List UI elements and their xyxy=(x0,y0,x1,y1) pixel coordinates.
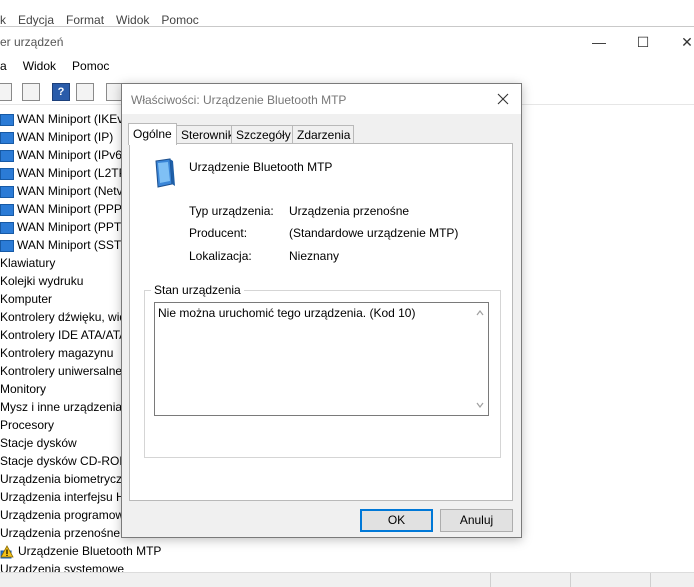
device-type-value: Urządzenia przenośne xyxy=(289,204,410,218)
dm-menubar: a Widok Pomoc xyxy=(0,57,117,77)
tree-item[interactable]: Urządzenia interfejsu HI xyxy=(0,488,128,506)
tree-item[interactable]: Kontrolery IDE ATA/ATA xyxy=(0,326,127,344)
tab-details[interactable]: Szczegóły xyxy=(231,125,293,144)
status-segment xyxy=(490,573,491,587)
portable-device-icon xyxy=(155,158,175,188)
tree-item[interactable]: Komputer xyxy=(0,290,52,308)
network-adapter-icon xyxy=(0,113,14,126)
dialog-close-button[interactable] xyxy=(489,87,517,111)
toolbar-properties-icon[interactable] xyxy=(0,83,12,101)
location-value: Nieznany xyxy=(289,249,340,263)
ok-button[interactable]: OK xyxy=(360,509,433,532)
scroll-arrows-icon xyxy=(476,310,484,408)
tree-item[interactable]: WAN Miniport (IPv6 xyxy=(0,146,122,164)
device-status-textbox[interactable]: Nie można uruchomić tego urządzenia. (Ko… xyxy=(154,302,489,416)
tree-item[interactable]: Procesory xyxy=(0,416,54,434)
toolbar-help-icon[interactable]: ? xyxy=(52,83,70,101)
cancel-button[interactable]: Anuluj xyxy=(440,509,513,532)
tree-item-bluetooth-mtp[interactable]: Urządzenie Bluetooth MTP xyxy=(0,542,161,560)
tree-item[interactable]: Kontrolery magazynu xyxy=(0,344,113,362)
tree-item[interactable]: Stacje dysków CD-ROM xyxy=(0,452,129,470)
network-adapter-icon xyxy=(0,131,14,144)
dialog-titlebar[interactable]: Właściwości: Urządzenie Bluetooth MTP xyxy=(122,84,521,114)
menu-action[interactable]: a xyxy=(0,57,15,77)
tab-driver[interactable]: Sterownik xyxy=(176,125,234,144)
tree-item[interactable]: WAN Miniport (SSTF xyxy=(0,236,129,254)
device-status-text: Nie można uruchomić tego urządzenia. (Ko… xyxy=(158,306,416,320)
manufacturer-value: (Standardowe urządzenie MTP) xyxy=(289,226,459,240)
device-status-group: Stan urządzenia Nie można uruchomić tego… xyxy=(144,283,501,458)
device-type-label: Typ urządzenia: xyxy=(189,204,274,218)
tree-item[interactable]: WAN Miniport (IKEv xyxy=(0,110,123,128)
tab-events[interactable]: Zdarzenia xyxy=(292,125,354,144)
tree-item[interactable]: Urządzenia przenośne xyxy=(0,524,120,542)
device-name: Urządzenie Bluetooth MTP xyxy=(189,160,333,174)
network-adapter-icon xyxy=(0,239,14,252)
tree-item[interactable]: Urządzenia programowe xyxy=(0,506,131,524)
tree-item[interactable]: Stacje dysków xyxy=(0,434,77,452)
tree-item[interactable]: Kontrolery uniwersalnej xyxy=(0,362,125,380)
network-adapter-icon xyxy=(0,221,14,234)
tree-item[interactable]: Mysz i inne urządzenia v xyxy=(0,398,131,416)
close-icon xyxy=(497,93,509,105)
dm-statusbar xyxy=(0,572,694,587)
tree-item[interactable]: WAN Miniport (Netv xyxy=(0,182,123,200)
dm-titlebar[interactable]: er urządzeń — ☐ ✕ xyxy=(0,27,694,57)
general-tab-panel: Urządzenie Bluetooth MTP Typ urządzenia:… xyxy=(129,143,513,501)
dialog-title: Właściwości: Urządzenie Bluetooth MTP xyxy=(131,93,347,107)
toolbar-view-icon[interactable] xyxy=(76,83,94,101)
minimize-button[interactable]: — xyxy=(576,27,622,57)
dm-title: er urządzeń xyxy=(0,35,64,49)
maximize-button[interactable]: ☐ xyxy=(620,27,666,57)
properties-dialog: Właściwości: Urządzenie Bluetooth MTP Og… xyxy=(121,83,522,538)
menu-view[interactable]: Widok xyxy=(15,57,64,77)
status-segment xyxy=(650,573,651,587)
tree-item[interactable]: Monitory xyxy=(0,380,46,398)
device-status-legend: Stan urządzenia xyxy=(151,283,244,297)
tree-item[interactable]: WAN Miniport (PPPO xyxy=(0,200,131,218)
tree-item[interactable]: Urządzenia biometryczn xyxy=(0,470,129,488)
background-window-right xyxy=(380,0,694,29)
close-button[interactable]: ✕ xyxy=(664,27,694,57)
toolbar-list-icon[interactable] xyxy=(22,83,40,101)
tree-item[interactable]: WAN Miniport (PPTI xyxy=(0,218,125,236)
manufacturer-label: Producent: xyxy=(189,226,248,240)
network-adapter-icon xyxy=(0,185,14,198)
tab-general[interactable]: Ogólne xyxy=(128,123,177,145)
menu-help[interactable]: Pomoc xyxy=(64,57,117,77)
status-segment xyxy=(570,573,571,587)
tree-item[interactable]: Kontrolery dźwięku, wid xyxy=(0,308,126,326)
tree-item[interactable]: WAN Miniport (IP) xyxy=(0,128,113,146)
network-adapter-icon xyxy=(0,203,14,216)
tree-item[interactable]: WAN Miniport (L2TP xyxy=(0,164,127,182)
status-scrollbar[interactable] xyxy=(472,303,488,415)
tree-item[interactable]: Klawiatury xyxy=(0,254,55,272)
network-adapter-icon xyxy=(0,149,14,162)
location-label: Lokalizacja: xyxy=(189,249,252,263)
tree-item[interactable]: Kolejki wydruku xyxy=(0,272,83,290)
network-adapter-icon xyxy=(0,167,14,180)
warning-icon xyxy=(0,544,14,559)
